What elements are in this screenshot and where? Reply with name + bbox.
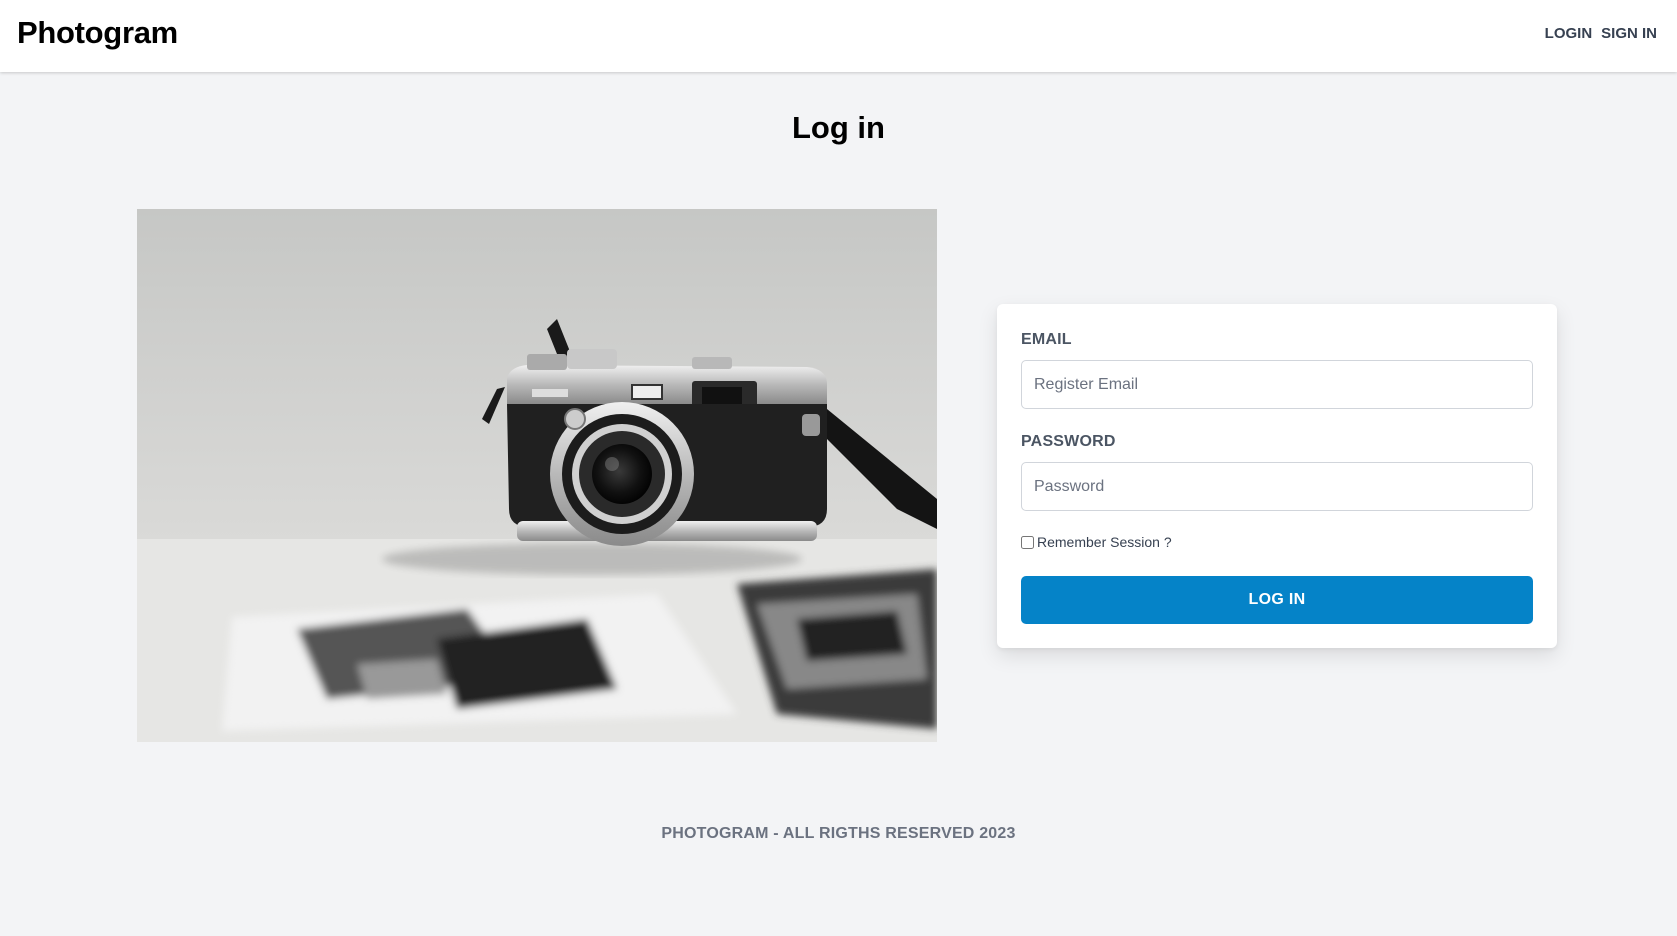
login-button[interactable]: LOG IN: [1021, 576, 1533, 624]
top-nav: LOGIN SIGN IN: [1545, 25, 1657, 42]
email-input[interactable]: [1021, 360, 1533, 409]
brand-logo[interactable]: Photogram: [17, 15, 178, 51]
hero-camera-image: [137, 209, 937, 742]
camera-illustration: [137, 209, 937, 742]
top-navbar: Photogram LOGIN SIGN IN: [0, 0, 1677, 72]
remember-session-label: Remember Session ?: [1037, 534, 1172, 550]
remember-session-row: Remember Session ?: [1021, 534, 1172, 550]
page-title: Log in: [792, 110, 885, 145]
email-label: EMAIL: [1021, 331, 1072, 348]
password-input[interactable]: [1021, 462, 1533, 511]
nav-sign-in-link[interactable]: SIGN IN: [1601, 25, 1657, 42]
remember-session-checkbox[interactable]: [1021, 535, 1034, 549]
footer-copyright: PHOTOGRAM - ALL RIGTHS RESERVED 2023: [661, 825, 1016, 842]
nav-login-link[interactable]: LOGIN: [1545, 25, 1593, 42]
login-form-card: EMAIL PASSWORD Remember Session ? LOG IN: [997, 304, 1557, 648]
password-label: PASSWORD: [1021, 433, 1116, 450]
